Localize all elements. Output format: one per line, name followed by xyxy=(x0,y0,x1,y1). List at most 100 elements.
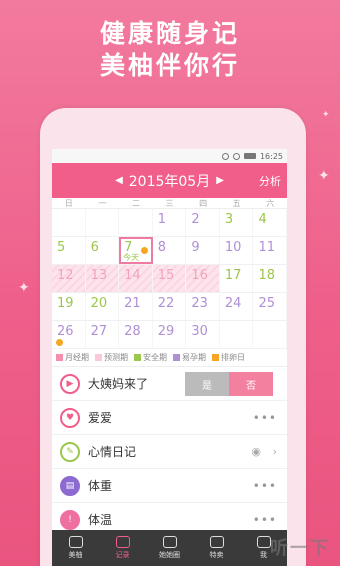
calendar-week-row: 1 2 3 4 xyxy=(52,209,287,237)
weekday-label: 一 xyxy=(98,199,107,208)
calendar-day[interactable]: 5 xyxy=(52,237,86,264)
calendar-day[interactable]: 22 xyxy=(153,293,187,320)
record-diary[interactable]: ✎ 心情日记 ◉ › xyxy=(52,435,287,469)
calendar-day[interactable]: 21 xyxy=(119,293,153,320)
tab-record[interactable]: 记录 xyxy=(99,530,146,566)
record-love[interactable]: ♥ 爱爱 ••• xyxy=(52,401,287,435)
legend-swatch xyxy=(134,354,141,361)
legend-swatch xyxy=(56,354,63,361)
calendar-day[interactable]: 27 xyxy=(86,321,120,348)
calendar-day[interactable]: 24 xyxy=(220,293,254,320)
calendar-empty-cell xyxy=(52,209,86,236)
more-icon[interactable]: ••• xyxy=(253,411,277,425)
legend-item: 易孕期 xyxy=(173,352,206,363)
calendar-day[interactable]: 2 xyxy=(186,209,220,236)
day-number: 26 xyxy=(57,324,74,339)
day-number: 8 xyxy=(157,240,167,255)
tab-circle[interactable]: 她她圈 xyxy=(146,530,193,566)
tab-label: 记录 xyxy=(115,551,130,559)
calendar-day[interactable]: 6 xyxy=(86,237,120,264)
calendar-day[interactable]: 16 xyxy=(186,265,220,292)
calendar-day[interactable]: 3 xyxy=(220,209,254,236)
day-number: 14 xyxy=(124,268,141,283)
sparkle-icon: ✦ xyxy=(18,280,30,296)
sparkle-icon: ✦ xyxy=(318,168,330,184)
period-yes-button[interactable]: 是 xyxy=(185,372,229,396)
tab-meiyou[interactable]: 美柚 xyxy=(52,530,99,566)
calendar-day[interactable]: 30 xyxy=(186,321,220,348)
calendar-day[interactable]: 9 xyxy=(186,237,220,264)
battery-icon xyxy=(243,153,256,159)
calendar-day[interactable]: 19 xyxy=(52,293,86,320)
day-number: 19 xyxy=(57,296,74,311)
calendar-day[interactable]: 25 xyxy=(253,293,287,320)
prev-month-button[interactable]: ◀ xyxy=(115,175,123,186)
play-icon: ▶ xyxy=(60,373,80,394)
heart-icon: ♥ xyxy=(60,407,80,428)
period-toggle[interactable]: 是 否 xyxy=(185,372,273,396)
calendar-day[interactable]: 12 xyxy=(52,265,86,292)
watermark: 听一下 xyxy=(270,538,330,559)
calendar-day[interactable]: 23 xyxy=(186,293,220,320)
status-time: 16:25 xyxy=(259,151,283,161)
calendar-week-row: 5 6 7 今天 8 9 10 11 xyxy=(52,237,287,265)
legend-swatch xyxy=(212,354,219,361)
calendar-day[interactable]: 28 xyxy=(119,321,153,348)
tab-label: 她她圈 xyxy=(159,551,180,559)
diary-icon: ✎ xyxy=(60,441,80,462)
calendar-week-row: 12 13 14 15 16 17 18 xyxy=(52,265,287,293)
calendar-day[interactable]: 29 xyxy=(153,321,187,348)
calendar-legend: 月经期 预测期 安全期 易孕期 排卵日 xyxy=(52,349,287,367)
calendar-day[interactable]: 1 xyxy=(153,209,187,236)
day-number: 10 xyxy=(224,240,242,255)
day-number: 1 xyxy=(157,212,167,227)
calendar-day[interactable]: 10 xyxy=(220,237,254,264)
calendar-day[interactable]: 7 今天 xyxy=(119,237,153,264)
bag-icon xyxy=(209,536,224,548)
legend-item: 安全期 xyxy=(134,352,167,363)
weekday-label: 四 xyxy=(199,199,208,208)
record-temp-label: 体温 xyxy=(88,513,113,527)
calendar-day[interactable]: 11 xyxy=(253,237,287,264)
calendar-icon xyxy=(115,536,130,548)
calendar-week-row: 19 20 21 22 23 24 25 xyxy=(52,293,287,321)
next-month-button[interactable]: ▶ xyxy=(216,175,224,186)
promo-line-2: 美柚伴你行 xyxy=(99,51,240,80)
more-icon[interactable]: ••• xyxy=(253,479,277,493)
calendar-day[interactable]: 8 xyxy=(153,237,187,264)
day-number: 11 xyxy=(258,240,276,255)
record-diary-label: 心情日记 xyxy=(88,445,137,459)
record-period[interactable]: ▶ 大姨妈来了 是 否 xyxy=(52,367,287,401)
calendar-day[interactable]: 20 xyxy=(86,293,120,320)
camera-icon[interactable]: ◉ xyxy=(251,445,261,458)
community-icon xyxy=(162,536,177,548)
chevron-right-icon[interactable]: › xyxy=(273,445,277,458)
weekday-header: 日一二三四五六 xyxy=(52,198,287,209)
record-weight[interactable]: ▤ 体重 ••• xyxy=(52,469,287,503)
calendar-day[interactable]: 17 xyxy=(220,265,254,292)
legend-label: 易孕期 xyxy=(182,353,206,362)
day-number: 23 xyxy=(191,296,208,311)
today-label: 今天 xyxy=(123,253,140,262)
tab-sale[interactable]: 特卖 xyxy=(193,530,240,566)
day-number: 27 xyxy=(90,324,108,339)
tab-label: 美柚 xyxy=(68,551,83,559)
day-number: 21 xyxy=(124,296,141,311)
calendar-day[interactable]: 15 xyxy=(152,265,187,292)
calendar-day[interactable]: 4 xyxy=(253,209,287,236)
calendar-day[interactable]: 13 xyxy=(85,265,120,292)
more-icon[interactable]: ••• xyxy=(253,513,277,527)
weekday-label: 五 xyxy=(232,199,241,208)
calendar-day[interactable]: 14 xyxy=(119,265,153,292)
record-list: ▶ 大姨妈来了 是 否 ♥ 爱爱 ••• ✎ 心情日记 ◉ › ▤ 体重 •••… xyxy=(52,367,287,537)
day-number: 22 xyxy=(157,296,175,311)
calendar-empty-cell xyxy=(253,321,287,348)
day-number: 2 xyxy=(191,212,200,227)
day-number: 18 xyxy=(258,268,276,283)
calendar-day[interactable]: 26 xyxy=(52,321,86,348)
legend-item: 预测期 xyxy=(95,352,128,363)
period-no-button[interactable]: 否 xyxy=(229,372,273,396)
analysis-button[interactable]: 分析 xyxy=(259,173,281,189)
record-period-label: 大姨妈来了 xyxy=(88,377,149,391)
calendar-day[interactable]: 18 xyxy=(253,265,287,292)
